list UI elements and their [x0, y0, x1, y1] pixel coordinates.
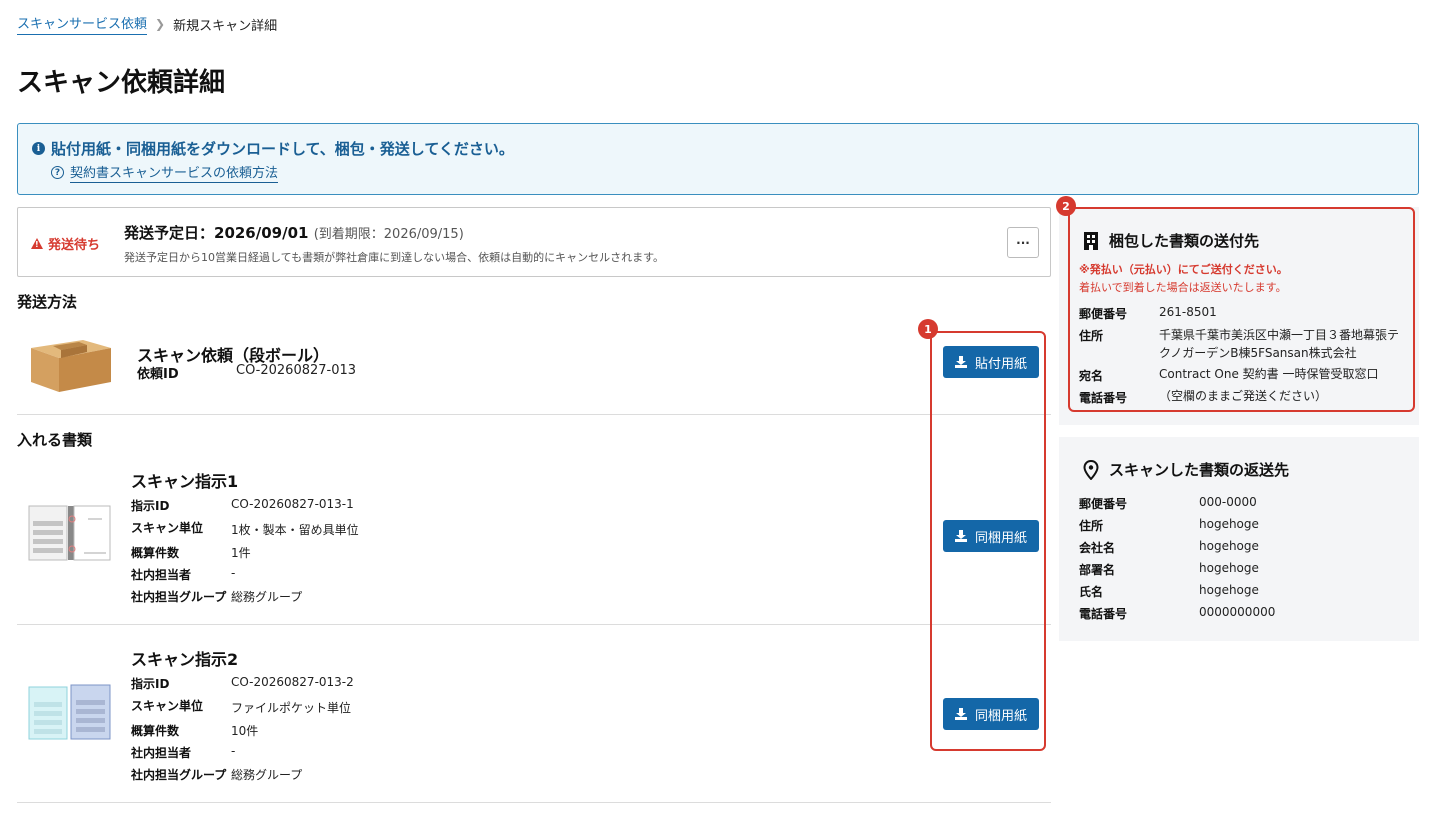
document-thumbnail-2	[28, 684, 111, 740]
return-postal-label: 郵便番号	[1079, 497, 1128, 511]
request-id-label: 依頼ID	[137, 367, 179, 382]
divider	[17, 624, 1051, 625]
annotation-highlight-2	[1068, 207, 1415, 412]
breadcrumb-link-scan-service[interactable]: スキャンサービス依頼	[17, 13, 148, 35]
instruction-1-count-value: 1件	[231, 546, 251, 560]
instruction-1-owner-label: 社内担当者	[131, 568, 192, 582]
info-banner: i 貼付用紙・同梱用紙をダウンロードして、梱包・発送してください。 ? 契約書ス…	[17, 123, 1419, 195]
return-title: スキャンした書類の返送先	[1083, 459, 1289, 480]
instruction-1-id-value: CO-20260827-013-1	[231, 497, 354, 511]
return-company-value: hogehoge	[1199, 539, 1259, 553]
info-icon: i	[32, 142, 45, 155]
instruction-2-id-value: CO-20260827-013-2	[231, 675, 354, 689]
document-thumbnail-1	[28, 505, 111, 561]
ship-date: 発送予定日：2026/09/01	[124, 224, 309, 242]
divider	[17, 414, 1051, 415]
return-address-panel: スキャンした書類の返送先 郵便番号 000-0000 住所 hogehoge 会…	[1059, 437, 1419, 641]
page-title: スキャン依頼詳細	[17, 68, 226, 98]
warning-icon	[31, 238, 43, 249]
instruction-2-count-value: 10件	[231, 724, 259, 738]
instruction-2-group-label: 社内担当グループ	[131, 768, 227, 782]
annotation-highlight-1	[930, 331, 1046, 751]
more-options-button[interactable]: ···	[1007, 227, 1039, 258]
return-name-label: 氏名	[1079, 585, 1104, 599]
cardboard-box-icon	[31, 340, 111, 392]
shipping-status-box: 発送待ち 発送予定日：2026/09/01 (到着期限：2026/09/15) …	[17, 207, 1051, 277]
instruction-2-owner-value: -	[231, 744, 236, 758]
return-name-value: hogehoge	[1199, 583, 1259, 597]
arrival-deadline: (到着期限：2026/09/15)	[313, 227, 464, 242]
return-address-label: 住所	[1079, 519, 1104, 533]
return-phone-value: 0000000000	[1199, 605, 1276, 619]
return-title-text: スキャンした書類の返送先	[1109, 461, 1290, 479]
help-link-text[interactable]: 契約書スキャンサービスの依頼方法	[70, 162, 279, 183]
instruction-2-id-label: 指示ID	[131, 677, 170, 691]
breadcrumb: スキャンサービス依頼 ❯ 新規スキャン詳細	[17, 12, 277, 36]
instruction-1-unit-value: 1枚・製本・留め具単位	[231, 523, 359, 537]
documents-heading: 入れる書類	[17, 431, 93, 449]
annotation-badge-1: 1	[918, 319, 938, 339]
instruction-2-owner-label: 社内担当者	[131, 746, 192, 760]
breadcrumb-current: 新規スキャン詳細	[173, 18, 278, 34]
instruction-1-group-label: 社内担当グループ	[131, 590, 227, 604]
info-message-text: 貼付用紙・同梱用紙をダウンロードして、梱包・発送してください。	[51, 140, 514, 158]
request-id-value: CO-20260827-013	[236, 363, 357, 378]
instruction-2-unit-label: スキャン単位	[131, 699, 204, 713]
help-link[interactable]: ? 契約書スキャンサービスの依頼方法	[51, 162, 279, 183]
instruction-1-unit-label: スキャン単位	[131, 521, 204, 535]
return-department-value: hogehoge	[1199, 561, 1259, 575]
instruction-2-group-value: 総務グループ	[231, 768, 303, 782]
ship-date-title: 発送予定日：2026/09/01 (到着期限：2026/09/15)	[124, 222, 464, 243]
instruction-1-id-label: 指示ID	[131, 499, 170, 513]
chevron-right-icon: ❯	[155, 17, 166, 31]
instruction-1-owner-value: -	[231, 566, 236, 580]
instruction-1-title: スキャン指示1	[131, 472, 239, 491]
instruction-1-group-value: 総務グループ	[231, 590, 303, 604]
instruction-1-count-label: 概算件数	[131, 546, 180, 560]
question-icon: ?	[51, 166, 64, 179]
status-badge-text: 発送待ち	[48, 238, 101, 253]
instruction-2-unit-value: ファイルポケット単位	[231, 701, 352, 715]
return-company-label: 会社名	[1079, 541, 1116, 555]
info-message: i 貼付用紙・同梱用紙をダウンロードして、梱包・発送してください。	[32, 138, 514, 159]
divider	[17, 802, 1051, 803]
status-note: 発送予定日から10営業日経過しても書類が弊社倉庫に到達しない場合、依頼は自動的に…	[124, 251, 665, 264]
return-phone-label: 電話番号	[1079, 607, 1128, 621]
status-badge: 発送待ち	[31, 234, 100, 253]
instruction-2-count-label: 概算件数	[131, 724, 180, 738]
annotation-badge-2: 2	[1056, 196, 1076, 216]
return-postal-value: 000-0000	[1199, 495, 1257, 509]
return-address-value: hogehoge	[1199, 517, 1259, 531]
shipping-method-heading: 発送方法	[17, 293, 78, 311]
return-department-label: 部署名	[1079, 563, 1116, 577]
map-pin-icon	[1083, 459, 1099, 480]
instruction-2-title: スキャン指示2	[131, 650, 239, 669]
